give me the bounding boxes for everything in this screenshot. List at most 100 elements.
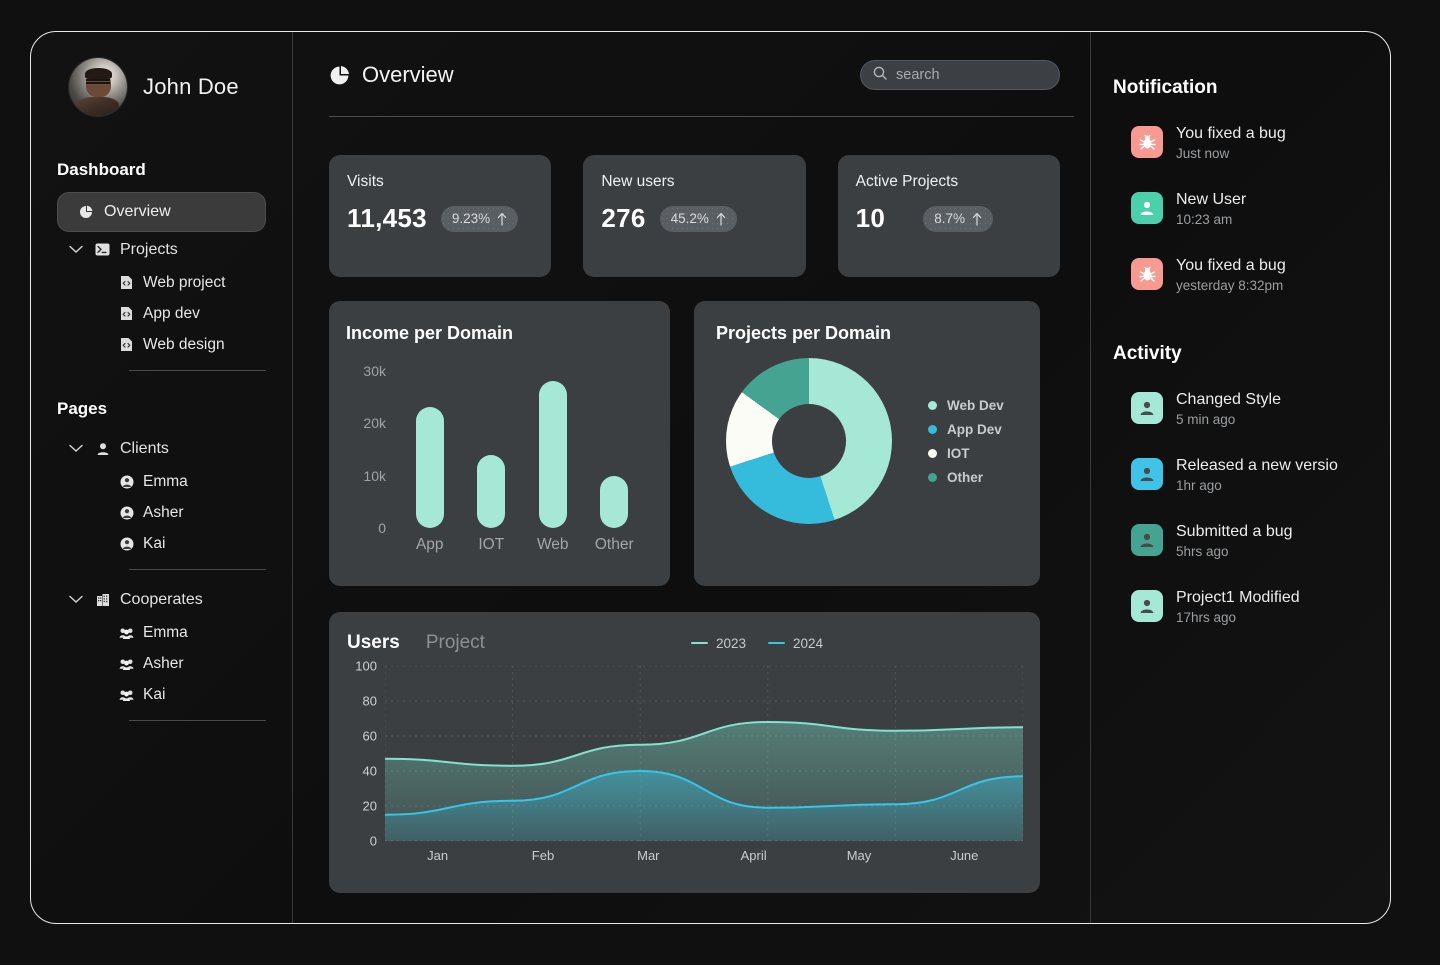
sidebar-item-cooperate-emma[interactable]: Emma [31, 617, 292, 648]
list-item[interactable]: New User 10:23 am [1113, 175, 1390, 241]
sidebar-child-label: Asher [143, 655, 184, 673]
list-item[interactable]: Project1 Modified 17hrs ago [1113, 573, 1390, 639]
sidebar-item-cooperates-label: Cooperates [120, 591, 203, 609]
sidebar-item-cooperates[interactable]: Cooperates [31, 582, 292, 617]
person-icon [1131, 458, 1163, 490]
bug-icon [1131, 258, 1163, 290]
sidebar-item-client-kai[interactable]: Kai [31, 528, 292, 559]
sidebar-item-cooperate-kai[interactable]: Kai [31, 679, 292, 710]
bug-icon [1131, 126, 1163, 158]
code-file-icon [119, 275, 134, 290]
area-y-tick: 80 [363, 694, 377, 709]
sidebar-divider [129, 370, 266, 371]
status-badge: 45.2% [660, 206, 737, 232]
person-icon [1138, 399, 1156, 417]
stat-card-new-users[interactable]: New users 276 45.2% [583, 155, 805, 277]
sidebar-item-projects[interactable]: Projects [31, 232, 292, 267]
sidebar-child-label: Kai [143, 686, 165, 704]
bar-x-tick: Other [584, 536, 646, 554]
donut-legend: Web DevApp DevIOTOther [928, 393, 1004, 489]
area-y-tick: 100 [355, 659, 377, 674]
profile-name: John Doe [143, 74, 239, 100]
search-input[interactable]: search [860, 60, 1060, 90]
list-item[interactable]: Submitted a bug 5hrs ago [1113, 507, 1390, 573]
stat-label: New users [601, 173, 787, 191]
area-x-tick: Mar [596, 848, 701, 863]
sidebar-section-pages: Pages [31, 399, 292, 419]
list-item[interactable]: Released a new versio 1hr ago [1113, 441, 1390, 507]
legend-label: IOT [947, 446, 970, 461]
sidebar-section-dashboard: Dashboard [31, 160, 292, 180]
bar-column [522, 360, 584, 528]
bar [600, 476, 628, 529]
stat-delta: 8.7% [934, 211, 965, 226]
bar [477, 455, 505, 529]
code-file-icon [119, 306, 134, 321]
list-item-text: Changed Style 5 min ago [1176, 390, 1281, 427]
stat-label: Active Projects [856, 173, 1042, 191]
list-item[interactable]: You fixed a bug yesterday 8:32pm [1113, 241, 1390, 307]
list-item-text: New User 10:23 am [1176, 190, 1246, 227]
stat-value: 11,453 [347, 203, 427, 234]
code-file-icon [119, 337, 134, 352]
list-item[interactable]: Changed Style 5 min ago [1113, 375, 1390, 441]
group-icon [119, 625, 134, 640]
legend-item: IOT [928, 441, 1004, 465]
legend-item-2024: 2024 [768, 636, 823, 651]
area-y-tick: 60 [363, 729, 377, 744]
sidebar-item-clients[interactable]: Clients [31, 431, 292, 466]
sidebar-item-cooperate-asher[interactable]: Asher [31, 648, 292, 679]
bar-x-tick: IOT [461, 536, 523, 554]
bar-plot-area [399, 360, 645, 528]
right-panel: Notification You fixed a bug Just now Ne… [1090, 32, 1390, 923]
tab-users[interactable]: Users [347, 632, 400, 654]
list-item-time: 1hr ago [1176, 478, 1338, 493]
sidebar-item-web-project[interactable]: Web project [31, 267, 292, 298]
person-icon [1131, 392, 1163, 424]
group-icon [119, 656, 134, 671]
sidebar-item-web-design[interactable]: Web design [31, 329, 292, 360]
legend-dash [691, 642, 708, 645]
bar [416, 407, 444, 528]
list-item[interactable]: You fixed a bug Just now [1113, 109, 1390, 175]
sidebar-item-clients-label: Clients [120, 440, 169, 458]
area-x-tick: Feb [490, 848, 595, 863]
legend-label: Other [947, 470, 983, 485]
list-item-title: New User [1176, 191, 1246, 208]
bar-y-tick: 0 [378, 520, 386, 536]
tab-project[interactable]: Project [426, 632, 485, 654]
sidebar-item-app-dev[interactable]: App dev [31, 298, 292, 329]
legend-label: Web Dev [947, 398, 1004, 413]
income-per-domain-panel: Income per Domain 30k20k10k0 AppIOTWebOt… [329, 301, 670, 586]
stat-delta: 9.23% [452, 211, 490, 226]
legend-item-2023: 2023 [691, 636, 746, 651]
stat-label: Visits [347, 173, 533, 191]
area-x-tick: May [806, 848, 911, 863]
sidebar-item-client-asher[interactable]: Asher [31, 497, 292, 528]
sidebar-child-label: Kai [143, 535, 165, 553]
bar-x-tick: Web [522, 536, 584, 554]
stat-card-visits[interactable]: Visits 11,453 9.23% [329, 155, 551, 277]
list-item-time: 5hrs ago [1176, 544, 1293, 559]
notification-title: Notification [1113, 77, 1390, 99]
area-plot-area [385, 666, 1017, 841]
list-item-text: Submitted a bug 5hrs ago [1176, 522, 1293, 559]
bar-x-axis: AppIOTWebOther [399, 536, 645, 554]
area-x-tick: June [912, 848, 1017, 863]
list-item-time: 17hrs ago [1176, 610, 1300, 625]
activity-title: Activity [1113, 343, 1390, 365]
sidebar-divider [129, 720, 266, 721]
area-x-tick: April [701, 848, 806, 863]
chevron-down-icon [69, 595, 85, 604]
sidebar-item-client-emma[interactable]: Emma [31, 466, 292, 497]
list-item-title: Submitted a bug [1176, 523, 1293, 540]
sidebar-item-overview-label: Overview [104, 203, 171, 221]
status-badge: 8.7% [923, 206, 993, 232]
list-item-title: Project1 Modified [1176, 589, 1300, 606]
sidebar-item-overview[interactable]: Overview [57, 192, 266, 232]
area-x-axis: JanFebMarAprilMayJune [385, 848, 1017, 863]
stat-card-active-projects[interactable]: Active Projects 10 8.7% [838, 155, 1060, 277]
bar-y-tick: 30k [363, 363, 386, 379]
sidebar-child-label: Web project [143, 274, 225, 292]
user-profile[interactable]: John Doe [31, 50, 292, 116]
